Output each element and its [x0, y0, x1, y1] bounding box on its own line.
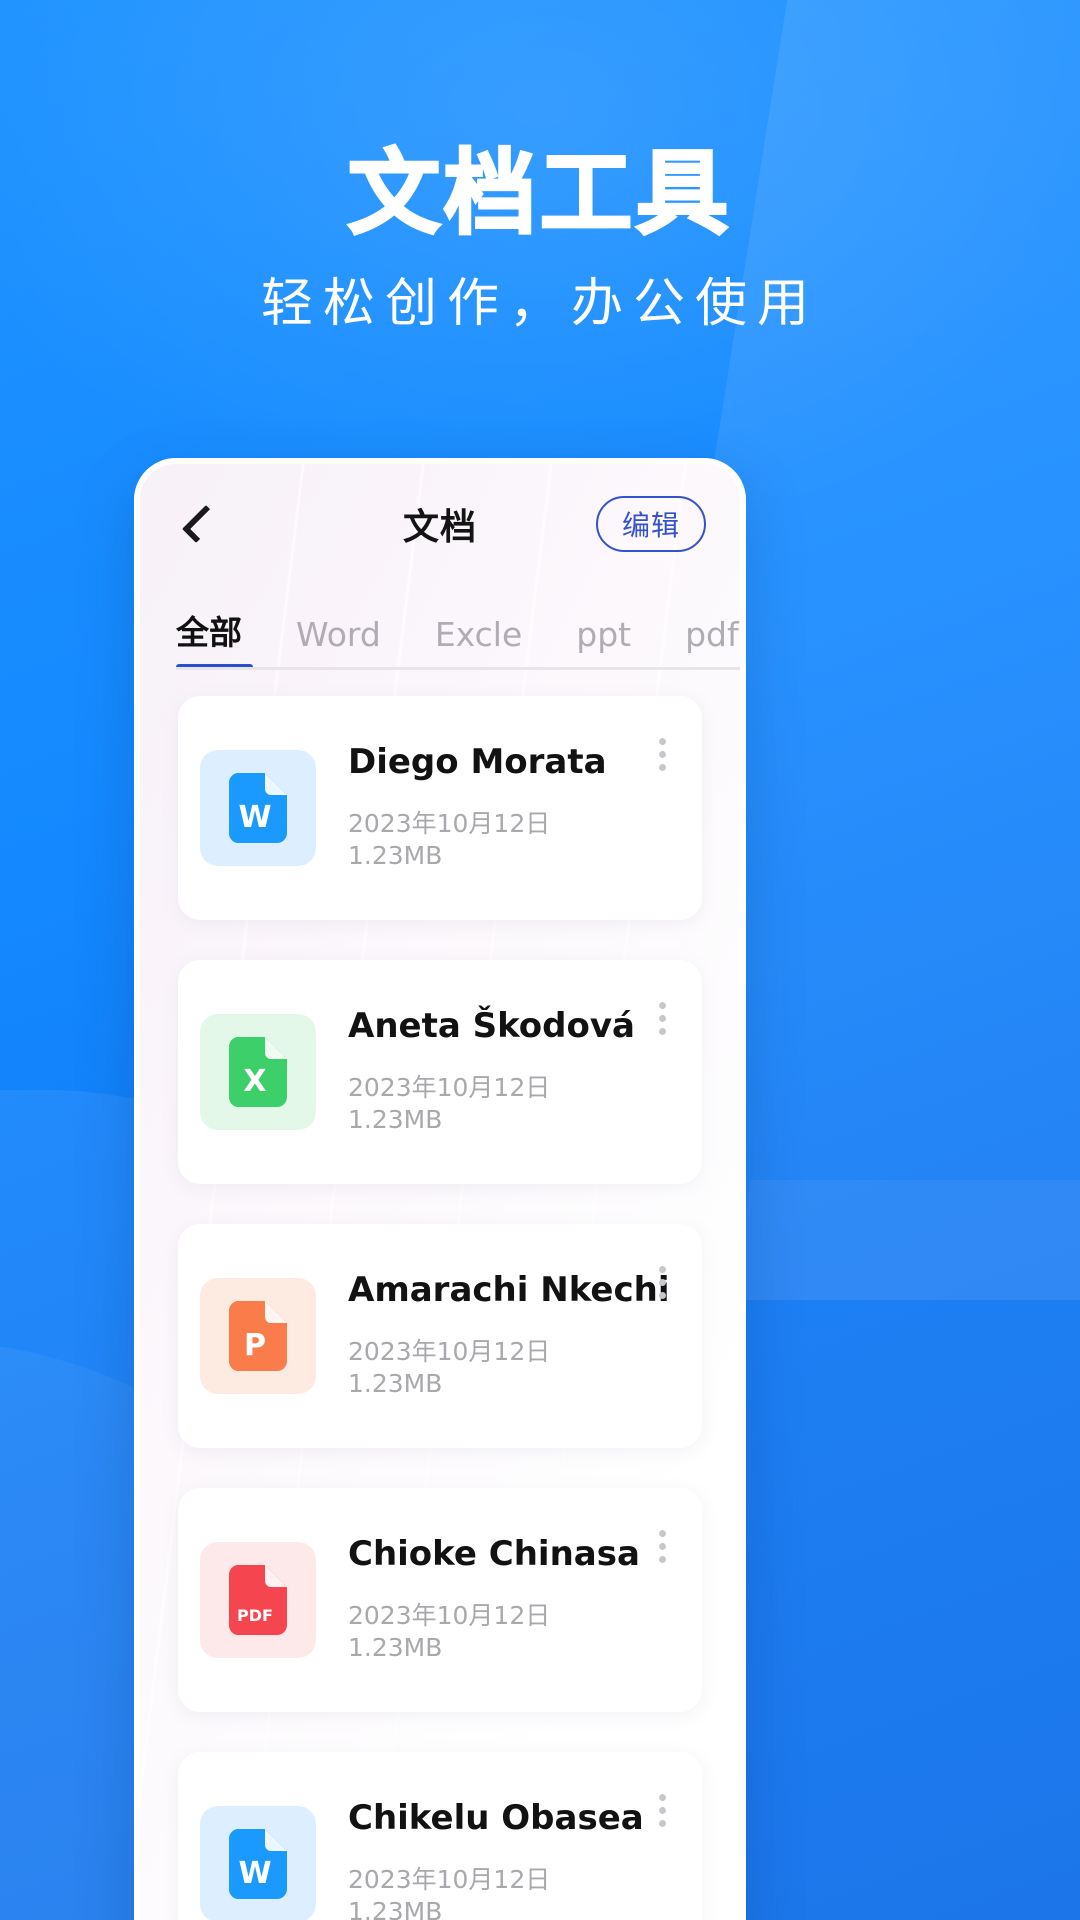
file-name: Amarachi Nkechi	[348, 1270, 670, 1311]
ppt-file-icon: P	[200, 1278, 316, 1394]
file-size: 1.23MB	[348, 1896, 443, 1920]
svg-text:PDF: PDF	[237, 1606, 273, 1625]
file-size: 1.23MB	[348, 840, 443, 870]
svg-text:X: X	[243, 1064, 266, 1099]
app-header: 文档 编辑	[140, 464, 740, 584]
file-size: 1.23MB	[348, 1632, 443, 1662]
file-name: Diego Morata	[348, 742, 607, 783]
document-shape: X	[229, 1037, 287, 1107]
file-meta: Amarachi Nkechi 2023年10月12日 1.23MB	[316, 1270, 670, 1399]
phone-screen: 文档 编辑 全部 Word Excle ppt pdf txt W Diego M…	[140, 464, 740, 1920]
file-list-item[interactable]: X Aneta Škodová 2023年10月12日 1.23MB	[178, 960, 702, 1184]
file-list-item[interactable]: W Diego Morata 2023年10月12日 1.23MB	[178, 696, 702, 920]
tab-all[interactable]: 全部	[176, 606, 269, 670]
word-file-icon: W	[200, 750, 316, 866]
more-vertical-icon[interactable]	[648, 1266, 676, 1299]
excel-file-icon: X	[200, 1014, 316, 1130]
filter-tabs: 全部 Word Excle ppt pdf txt	[140, 584, 740, 670]
file-meta: Chioke Chinasa 2023年10月12日 1.23MB	[316, 1534, 648, 1663]
file-name: Chikelu Obasea	[348, 1798, 644, 1839]
document-shape: W	[229, 1829, 287, 1899]
tab-pdf[interactable]: pdf	[658, 615, 740, 670]
edit-button[interactable]: 编辑	[596, 496, 706, 552]
tab-word[interactable]: Word	[269, 615, 408, 670]
hero-section: 文档工具 轻松创作，办公使用	[0, 140, 1080, 334]
file-date: 2023年10月12日	[348, 1600, 551, 1630]
pdf-file-icon: PDF	[200, 1542, 316, 1658]
file-date: 2023年10月12日	[348, 808, 551, 838]
file-meta: Chikelu Obasea 2023年10月12日 1.23MB	[316, 1798, 648, 1920]
file-date: 2023年10月12日	[348, 1864, 551, 1894]
document-shape: P	[229, 1301, 287, 1371]
file-date: 2023年10月12日	[348, 1072, 551, 1102]
more-vertical-icon[interactable]	[648, 1530, 676, 1563]
file-meta: Aneta Škodová 2023年10月12日 1.23MB	[316, 1006, 648, 1135]
hero-title: 文档工具	[346, 140, 732, 247]
tabs-divider	[176, 667, 740, 670]
document-shape: W	[229, 773, 287, 843]
file-meta: Diego Morata 2023年10月12日 1.23MB	[316, 742, 648, 871]
word-file-icon: W	[200, 1806, 316, 1920]
more-vertical-icon[interactable]	[648, 738, 676, 771]
file-list: W Diego Morata 2023年10月12日 1.23MB X Aneta Ško…	[140, 670, 740, 1920]
tab-ppt[interactable]: ppt	[549, 615, 658, 670]
svg-text:W: W	[238, 1856, 271, 1891]
phone-mockup: 文档 编辑 全部 Word Excle ppt pdf txt W Diego M…	[134, 458, 746, 1920]
more-vertical-icon[interactable]	[648, 1002, 676, 1035]
hero-subtitle: 轻松创作，办公使用	[260, 274, 819, 334]
document-shape: PDF	[229, 1565, 287, 1635]
svg-text:W: W	[238, 800, 271, 835]
file-date: 2023年10月12日	[348, 1336, 551, 1366]
file-size: 1.23MB	[348, 1368, 443, 1398]
file-list-item[interactable]: PDF Chioke Chinasa 2023年10月12日 1.23MB	[178, 1488, 702, 1712]
file-name: Chioke Chinasa	[348, 1534, 640, 1575]
tab-excle[interactable]: Excle	[408, 615, 549, 670]
file-list-item[interactable]: P Amarachi Nkechi 2023年10月12日 1.23MB	[178, 1224, 702, 1448]
file-name: Aneta Škodová	[348, 1006, 635, 1047]
more-vertical-icon[interactable]	[648, 1794, 676, 1827]
file-list-item[interactable]: W Chikelu Obasea 2023年10月12日 1.23MB	[178, 1752, 702, 1920]
file-size: 1.23MB	[348, 1104, 443, 1134]
svg-text:P: P	[244, 1328, 266, 1363]
